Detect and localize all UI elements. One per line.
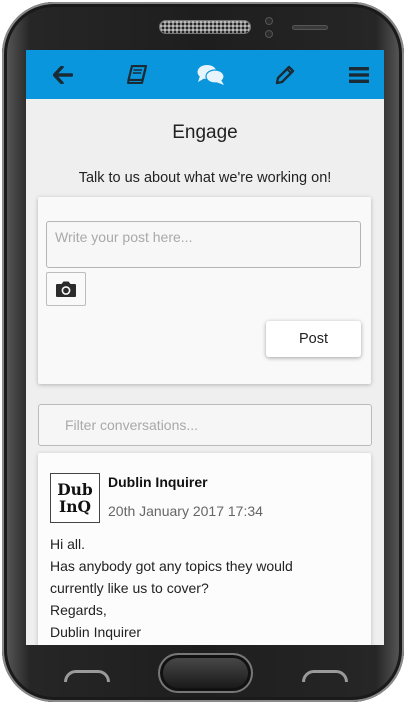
phone-frame: Engage Talk to us about what we're worki…	[2, 2, 404, 702]
menu-icon	[349, 66, 369, 83]
guide-button[interactable]	[122, 60, 152, 90]
app-screen: Engage Talk to us about what we're worki…	[26, 50, 384, 645]
message-body: Hi all. Has anybody got any topics they …	[50, 533, 365, 643]
arrow-left-icon	[53, 65, 73, 84]
camera-icon	[56, 281, 76, 297]
top-navbar	[26, 50, 384, 99]
front-camera	[265, 30, 273, 38]
logo-line: InQ	[58, 497, 92, 516]
menu-button[interactable]	[344, 60, 374, 90]
page-title: Engage	[172, 122, 238, 143]
filter-conversations-input[interactable]	[38, 404, 372, 446]
page-subtitle: Talk to us about what we're working on!	[78, 170, 332, 186]
home-button[interactable]	[158, 653, 253, 693]
conversation-card[interactable]: Dub InQ Dublin Inquirer 20th January 201…	[38, 453, 371, 645]
message-line: Dublin Inquirer	[50, 624, 142, 640]
back-button[interactable]	[48, 60, 78, 90]
author-name[interactable]: Dublin Inquirer	[108, 474, 208, 490]
comments-icon	[197, 64, 225, 85]
author-logo: Dub InQ	[50, 473, 100, 523]
hardware-recent-key[interactable]	[302, 670, 348, 682]
message-line: Has anybody got any topics they would	[50, 558, 293, 574]
pencil-icon	[275, 65, 295, 84]
earpiece	[292, 25, 328, 30]
post-button[interactable]: Post	[266, 321, 361, 357]
proximity-sensor	[265, 17, 273, 25]
speaker-grille	[159, 20, 251, 34]
attach-photo-button[interactable]	[46, 272, 86, 306]
post-input[interactable]	[46, 221, 361, 268]
message-line: Regards,	[50, 602, 107, 618]
post-composer-card: Post	[38, 197, 371, 384]
message-line: Hi all.	[50, 536, 86, 552]
hardware-back-key[interactable]	[64, 670, 110, 682]
book-icon	[127, 64, 148, 84]
post-timestamp: 20th January 2017 17:34	[108, 503, 263, 519]
message-line: currently like us to cover?	[50, 580, 209, 596]
engage-button[interactable]	[196, 60, 226, 90]
logo-line: Dub	[57, 480, 93, 499]
write-button[interactable]	[270, 60, 300, 90]
